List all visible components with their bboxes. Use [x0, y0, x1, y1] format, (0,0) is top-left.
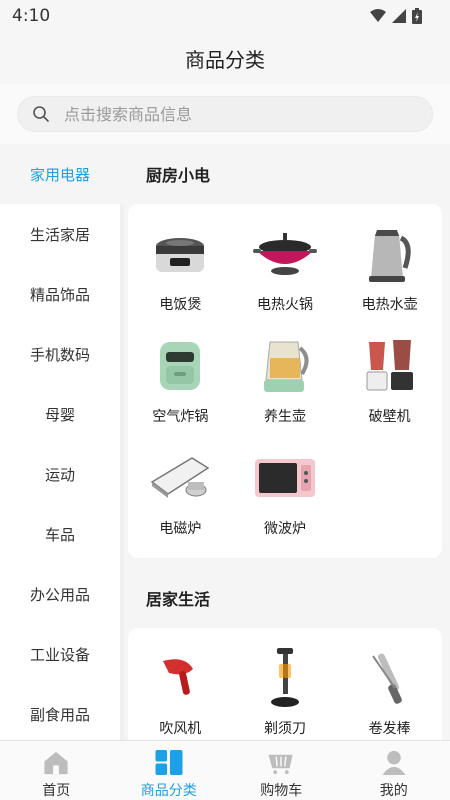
microwave-icon — [253, 446, 317, 510]
product-label: 剃须刀 — [263, 721, 306, 737]
sidebar-item-office[interactable]: 办公用品 — [0, 564, 120, 624]
nav-cart[interactable]: 购物车 — [225, 741, 338, 800]
sidebar-item-label: 生活家居 — [29, 225, 90, 244]
product-label: 吹风机 — [159, 721, 202, 737]
sidebar-item-industrial[interactable]: 工业设备 — [0, 624, 120, 684]
product-item[interactable]: 电饭煲 — [128, 218, 233, 324]
product-label: 养生壶 — [263, 409, 306, 425]
product-label: 微波炉 — [263, 521, 306, 537]
sidebar-item-sports[interactable]: 运动 — [0, 444, 120, 504]
search-icon — [33, 106, 49, 122]
product-item[interactable]: 空气炸锅 — [128, 330, 233, 436]
product-item[interactable]: 电热火锅 — [233, 218, 338, 324]
sidebar-item-label: 母婴 — [44, 405, 75, 424]
profile-icon — [382, 750, 406, 776]
sidebar-item-label: 精品饰品 — [29, 285, 90, 304]
nav-category[interactable]: 商品分类 — [113, 741, 226, 800]
nav-label: 购物车 — [260, 783, 303, 799]
nav-label: 我的 — [379, 783, 408, 799]
hotpot-icon — [252, 222, 317, 286]
product-label: 电饭煲 — [159, 297, 202, 313]
razor-icon — [253, 646, 317, 710]
category-sidebar: 家用电器 生活家居 精品饰品 手机数码 母婴 运动 车品 办公用品 工业设备 副… — [0, 144, 124, 740]
nav-home[interactable]: 首页 — [0, 741, 113, 800]
sidebar-item-accessories[interactable]: 精品饰品 — [0, 264, 120, 324]
page-title: 商品分类 — [185, 48, 265, 72]
search-input[interactable] — [64, 104, 404, 124]
product-label: 破壁机 — [368, 409, 411, 425]
product-item[interactable]: 电磁炉 — [128, 442, 233, 548]
section-title: 厨房小电 — [146, 166, 211, 185]
sidebar-item-home-appliances[interactable]: 家用电器 — [0, 144, 120, 204]
sidebar-item-food[interactable]: 副食用品 — [0, 684, 120, 744]
product-item[interactable]: 破壁机 — [337, 330, 442, 436]
section-divider — [124, 558, 450, 568]
hair-dryer-icon — [148, 646, 212, 710]
product-item[interactable]: 剃须刀 — [233, 642, 338, 740]
sidebar-item-label: 工业设备 — [29, 645, 90, 664]
product-item[interactable]: 电热水壶 — [337, 218, 442, 324]
rice-cooker-icon — [148, 222, 212, 286]
induction-cooker-icon — [148, 446, 212, 510]
nav-label: 首页 — [42, 783, 71, 799]
search-box[interactable] — [17, 96, 433, 132]
title-bar: 商品分类 — [0, 34, 450, 84]
air-fryer-icon — [148, 334, 212, 398]
wifi-icon — [370, 9, 386, 22]
product-label: 电热火锅 — [256, 297, 313, 313]
product-label: 电磁炉 — [159, 521, 202, 537]
kettle-icon — [358, 222, 422, 286]
sidebar-item-label: 手机数码 — [29, 345, 90, 364]
sidebar-item-label: 车品 — [44, 525, 75, 544]
nav-label: 商品分类 — [140, 783, 197, 799]
product-item[interactable]: 卷发棒 — [337, 642, 442, 740]
sidebar-item-label: 运动 — [44, 465, 75, 484]
section-title: 居家生活 — [146, 590, 211, 609]
sidebar-item-car[interactable]: 车品 — [0, 504, 120, 564]
sidebar-item-digital[interactable]: 手机数码 — [0, 324, 120, 384]
product-grid: 吹风机 剃须刀 卷发棒 — [128, 628, 442, 740]
sidebar-item-label: 家用电器 — [29, 165, 90, 184]
category-icon — [155, 749, 183, 776]
cart-icon — [268, 754, 293, 775]
blender-icon — [358, 334, 422, 398]
signal-icon — [392, 9, 406, 23]
nav-profile[interactable]: 我的 — [338, 741, 450, 800]
product-label: 空气炸锅 — [152, 409, 209, 425]
sidebar-item-baby[interactable]: 母婴 — [0, 384, 120, 444]
product-label: 电热水壶 — [361, 297, 418, 313]
product-label: 卷发棒 — [368, 721, 411, 737]
product-item[interactable]: 养生壶 — [233, 330, 338, 436]
product-grid: 电饭煲 电热火锅 电热水壶 空气炸锅 养生壶 破壁机 电磁炉 微波炉 — [128, 204, 442, 558]
health-pot-icon — [253, 334, 317, 398]
battery-icon — [412, 8, 422, 24]
search-bar — [0, 84, 450, 144]
product-item[interactable]: 吹风机 — [128, 642, 233, 740]
status-icons — [370, 8, 422, 24]
sidebar-list: 家用电器 生活家居 精品饰品 手机数码 母婴 运动 车品 办公用品 工业设备 副… — [0, 144, 120, 744]
status-time: 4:10 — [12, 6, 51, 26]
home-icon — [44, 751, 68, 775]
bottom-nav: 首页 商品分类 购物车 我的 — [0, 740, 450, 800]
product-item[interactable]: 微波炉 — [233, 442, 338, 548]
curling-iron-icon — [358, 646, 422, 710]
category-content: 厨房小电 电饭煲 电热火锅 电热水壶 空气炸锅 养生壶 破壁机 电磁炉 微波炉 … — [124, 144, 450, 740]
sidebar-item-label: 副食用品 — [29, 705, 90, 724]
sidebar-item-label: 办公用品 — [29, 585, 90, 604]
status-bar: 4:10 — [0, 0, 450, 34]
sidebar-item-home-living[interactable]: 生活家居 — [0, 204, 120, 264]
